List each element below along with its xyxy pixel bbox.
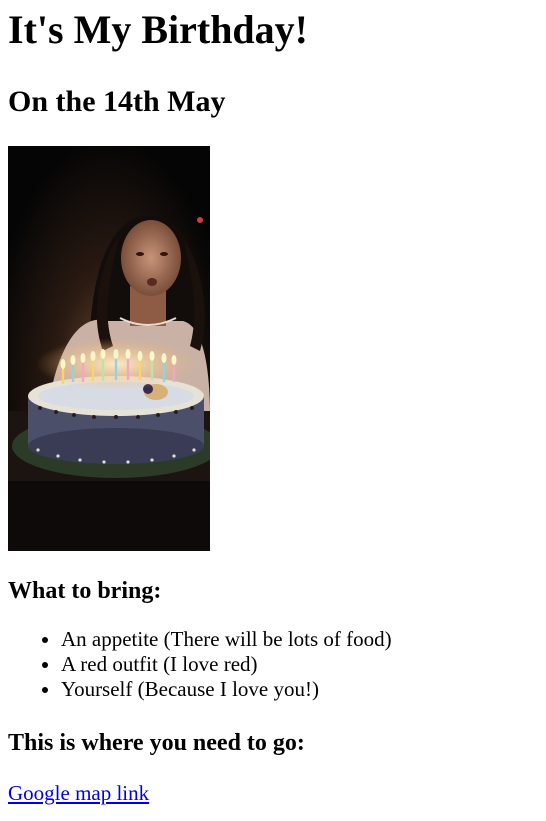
list-item: An appetite (There will be lots of food)	[61, 627, 538, 652]
google-map-link[interactable]: Google map link	[8, 781, 149, 806]
bring-heading: What to bring:	[8, 578, 162, 604]
bring-list: An appetite (There will be lots of food)…	[8, 627, 538, 702]
list-item: Yourself (Because I love you!)	[61, 677, 538, 702]
list-item: A red outfit (I love red)	[61, 652, 538, 677]
page-subtitle: On the 14th May	[8, 85, 226, 118]
birthday-photo	[8, 146, 210, 551]
location-heading: This is where you need to go:	[8, 730, 305, 756]
page: It's My Birthday! On the 14th May What t…	[0, 7, 546, 806]
page-title: It's My Birthday!	[8, 7, 308, 52]
birthday-photo-icon	[8, 146, 210, 551]
